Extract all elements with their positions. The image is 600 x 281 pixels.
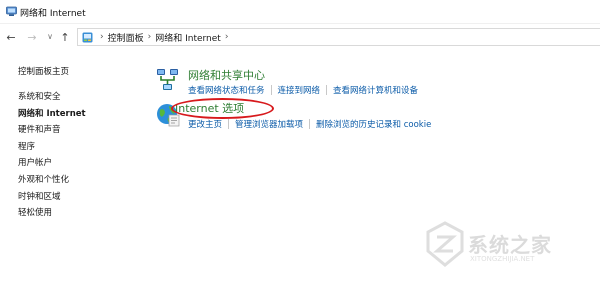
- link-view-network-status[interactable]: 查看网络状态和任务: [188, 84, 265, 96]
- link-delete-browsing-history[interactable]: 删除浏览的历史记录和 cookie: [316, 118, 431, 130]
- watermark-logo-icon: [426, 221, 464, 267]
- back-arrow-icon[interactable]: ←: [5, 31, 17, 43]
- sidebar-item-user-accounts[interactable]: 用户帐户: [18, 156, 52, 168]
- category-network-sharing: 网络和共享中心 查看网络状态和任务 连接到网络 查看网络计算机和设备: [155, 66, 475, 100]
- navigation-bar: ← → ∨ ↑ › 控制面板 › 网络和 Internet ›: [0, 24, 600, 50]
- link-change-homepage[interactable]: 更改主页: [188, 118, 222, 130]
- window-title: 网络和 Internet: [20, 9, 86, 19]
- breadcrumb-network-internet[interactable]: 网络和 Internet: [155, 31, 221, 44]
- title-bar: 网络和 Internet: [0, 0, 600, 24]
- watermark-text: 系统之家: [468, 233, 552, 257]
- link-separator: [326, 85, 328, 95]
- link-separator: [270, 85, 272, 95]
- sidebar-item-ease-of-access[interactable]: 轻松使用: [18, 206, 52, 218]
- control-panel-icon: [82, 32, 93, 42]
- category-links-network-sharing: 查看网络状态和任务 连接到网络 查看网络计算机和设备: [188, 84, 418, 96]
- sidebar-item-programs[interactable]: 程序: [18, 140, 35, 152]
- link-connect-to-network[interactable]: 连接到网络: [278, 84, 321, 96]
- watermark: 系统之家 XITONGZHIJIA.NET: [424, 219, 594, 271]
- sidebar-item-system-security[interactable]: 系统和安全: [18, 90, 61, 102]
- watermark-subtext: XITONGZHIJIA.NET: [470, 255, 535, 263]
- sidebar-item-clock-region[interactable]: 时钟和区域: [18, 190, 61, 202]
- breadcrumb-separator: ›: [100, 32, 104, 42]
- category-title-network-sharing[interactable]: 网络和共享中心: [188, 67, 265, 83]
- link-manage-addons[interactable]: 管理浏览器加载项: [235, 118, 303, 130]
- category-links-internet-options: 更改主页 管理浏览器加载项 删除浏览的历史记录和 cookie: [188, 118, 431, 130]
- breadcrumb-separator: ›: [147, 32, 152, 42]
- link-separator: [228, 119, 230, 129]
- sidebar-item-network-internet[interactable]: 网络和 Internet: [18, 107, 86, 119]
- breadcrumb-separator: ›: [224, 32, 229, 42]
- link-view-network-computers[interactable]: 查看网络计算机和设备: [333, 84, 418, 96]
- up-arrow-icon[interactable]: ↑: [59, 31, 71, 43]
- address-bar[interactable]: › 控制面板 › 网络和 Internet ›: [77, 28, 600, 46]
- highlight-annotation: [171, 98, 274, 119]
- forward-arrow-icon[interactable]: →: [26, 31, 38, 43]
- sidebar-item-appearance[interactable]: 外观和个性化: [18, 173, 69, 185]
- network-sharing-icon: [157, 69, 178, 90]
- recent-locations-icon[interactable]: ∨: [44, 31, 56, 43]
- breadcrumb-control-panel[interactable]: 控制面板: [108, 31, 144, 44]
- sidebar-item-home[interactable]: 控制面板主页: [18, 65, 69, 77]
- sidebar-item-hardware-sound[interactable]: 硬件和声音: [18, 123, 61, 135]
- link-separator: [309, 119, 311, 129]
- network-folder-icon: [6, 6, 17, 16]
